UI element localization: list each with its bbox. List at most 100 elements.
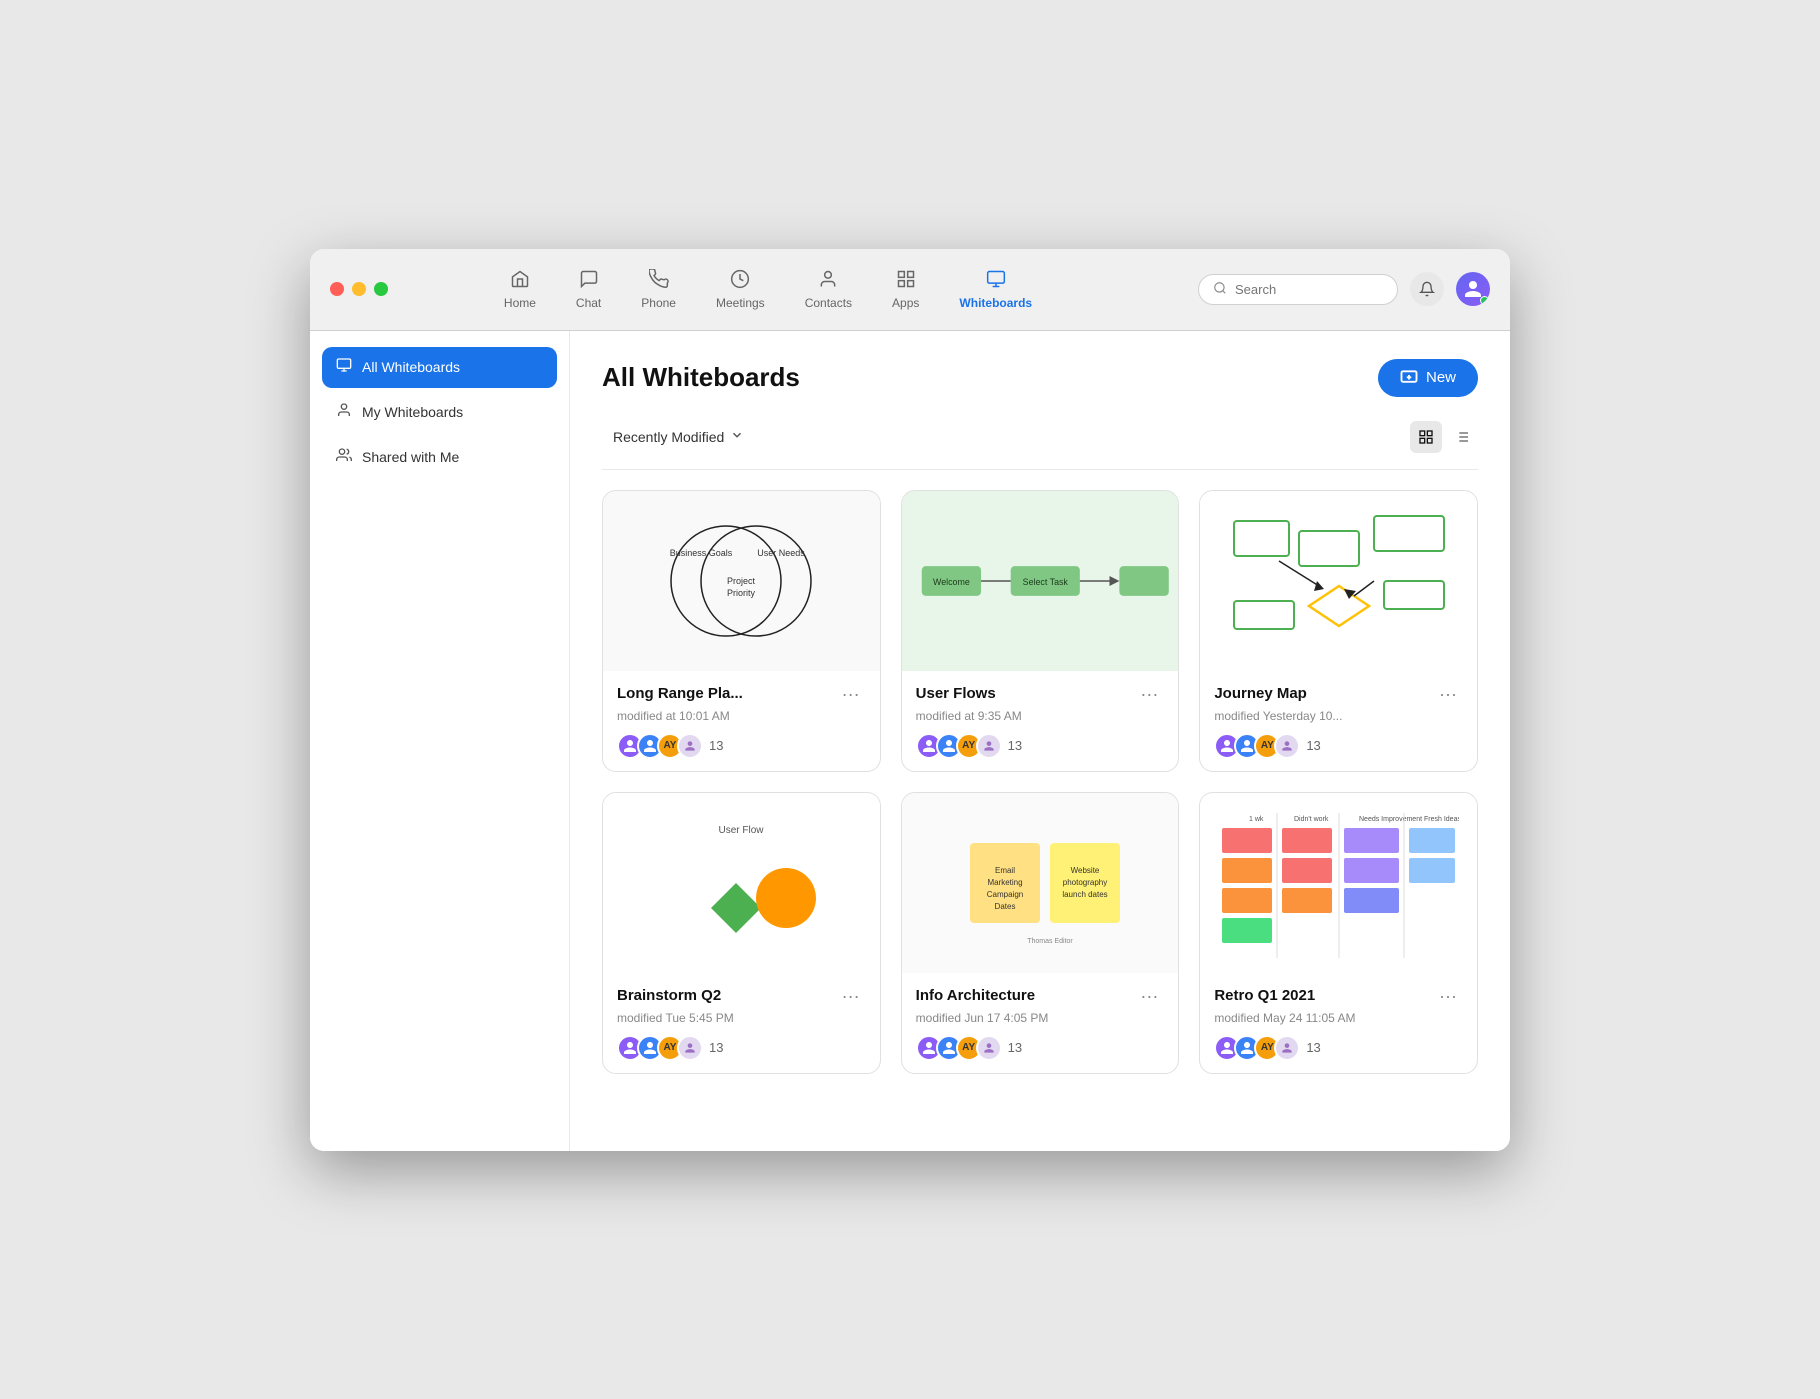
whiteboard-card-6[interactable]: 1 wk Didn't work Needs Improvement Fresh… bbox=[1199, 792, 1478, 1074]
sidebar-item-all-whiteboards[interactable]: All Whiteboards bbox=[322, 347, 557, 388]
svg-text:Thomas Editor: Thomas Editor bbox=[1027, 938, 1073, 945]
svg-text:Needs Improvement: Needs Improvement bbox=[1359, 816, 1422, 823]
sort-dropdown[interactable]: Recently Modified bbox=[602, 421, 755, 452]
card-preview-5: Email Marketing Campaign Dates Website p… bbox=[902, 793, 1179, 973]
card-avatars-4: AY 13 bbox=[617, 1035, 866, 1061]
svg-text:Dates: Dates bbox=[995, 902, 1016, 911]
card-date-4: modified Tue 5:45 PM bbox=[617, 1011, 866, 1025]
tab-contacts[interactable]: Contacts bbox=[787, 263, 870, 316]
avatar-3-4 bbox=[1274, 733, 1300, 759]
card-more-3[interactable]: ··· bbox=[1433, 683, 1463, 705]
card-title-4: Brainstorm Q2 bbox=[617, 987, 721, 1004]
tab-meetings[interactable]: Meetings bbox=[698, 263, 783, 316]
list-view-button[interactable] bbox=[1446, 421, 1478, 453]
avatar-1-4 bbox=[677, 733, 703, 759]
content-header: All Whiteboards New bbox=[602, 359, 1478, 397]
meetings-icon bbox=[730, 269, 750, 292]
avatar-5-4 bbox=[976, 1035, 1002, 1061]
card-more-6[interactable]: ··· bbox=[1433, 985, 1463, 1007]
content-area: All Whiteboards New Recently Modified bbox=[570, 331, 1510, 1151]
whiteboards-icon bbox=[986, 269, 1006, 292]
home-icon bbox=[510, 269, 530, 292]
view-toggles bbox=[1410, 421, 1478, 453]
tab-phone[interactable]: Phone bbox=[623, 263, 694, 316]
card-info-6: Retro Q1 2021 ··· modified May 24 11:05 … bbox=[1200, 973, 1477, 1073]
avatar-count-4: 13 bbox=[709, 1040, 723, 1055]
sidebar-item-all-label: All Whiteboards bbox=[362, 359, 460, 375]
card-date-6: modified May 24 11:05 AM bbox=[1214, 1011, 1463, 1025]
card-more-5[interactable]: ··· bbox=[1134, 985, 1164, 1007]
sidebar-item-my-whiteboards[interactable]: My Whiteboards bbox=[322, 392, 557, 433]
svg-text:User Flow: User Flow bbox=[719, 825, 765, 836]
new-button-label: New bbox=[1426, 369, 1456, 386]
search-bar[interactable] bbox=[1198, 274, 1398, 305]
whiteboard-card-3[interactable]: Journey Map ··· modified Yesterday 10... bbox=[1199, 490, 1478, 772]
search-input[interactable] bbox=[1235, 282, 1383, 297]
shared-icon bbox=[336, 447, 352, 468]
svg-text:Marketing: Marketing bbox=[987, 878, 1022, 887]
notification-button[interactable] bbox=[1410, 272, 1444, 306]
whiteboard-card-1[interactable]: Business Goals User Needs Project Priori… bbox=[602, 490, 881, 772]
svg-text:Campaign: Campaign bbox=[987, 890, 1023, 899]
toolbar: Recently Modified bbox=[602, 421, 1478, 470]
tab-apps[interactable]: Apps bbox=[874, 263, 937, 316]
card-title-6: Retro Q1 2021 bbox=[1214, 987, 1315, 1004]
card-info-3: Journey Map ··· modified Yesterday 10... bbox=[1200, 671, 1477, 771]
svg-text:photography: photography bbox=[1063, 878, 1107, 887]
apps-icon bbox=[896, 269, 916, 292]
tab-whiteboards[interactable]: Whiteboards bbox=[941, 263, 1050, 316]
card-date-2: modified at 9:35 AM bbox=[916, 709, 1165, 723]
svg-text:Business Goals: Business Goals bbox=[670, 548, 733, 558]
whiteboard-card-5[interactable]: Email Marketing Campaign Dates Website p… bbox=[901, 792, 1180, 1074]
card-title-3: Journey Map bbox=[1214, 685, 1307, 702]
sort-label: Recently Modified bbox=[613, 429, 724, 445]
svg-text:User Needs: User Needs bbox=[758, 548, 806, 558]
card-more-1[interactable]: ··· bbox=[836, 683, 866, 705]
avatar-count-2: 13 bbox=[1008, 738, 1022, 753]
whiteboard-card-4[interactable]: User Flow Brainstorm Q2 ··· modified Tu bbox=[602, 792, 881, 1074]
user-avatar[interactable] bbox=[1456, 272, 1490, 306]
card-title-1: Long Range Pla... bbox=[617, 685, 743, 702]
svg-text:Welcome: Welcome bbox=[933, 576, 970, 586]
whiteboard-card-2[interactable]: Welcome Select Task User Flows ··· modif… bbox=[901, 490, 1180, 772]
card-preview-4: User Flow bbox=[603, 793, 880, 973]
chat-icon bbox=[579, 269, 599, 292]
svg-text:1 wk: 1 wk bbox=[1249, 816, 1264, 823]
card-info-2: User Flows ··· modified at 9:35 AM AY bbox=[902, 671, 1179, 771]
tab-meetings-label: Meetings bbox=[716, 296, 765, 310]
tab-chat[interactable]: Chat bbox=[558, 263, 619, 316]
avatar-count-1: 13 bbox=[709, 738, 723, 753]
main-content: All Whiteboards My Whiteboards Shared wi… bbox=[310, 331, 1510, 1151]
card-title-2: User Flows bbox=[916, 685, 996, 702]
tab-home[interactable]: Home bbox=[486, 263, 554, 316]
sidebar-item-shared-label: Shared with Me bbox=[362, 449, 459, 465]
card-info-5: Info Architecture ··· modified Jun 17 4:… bbox=[902, 973, 1179, 1073]
svg-text:Website: Website bbox=[1071, 866, 1100, 875]
nav-tabs: Home Chat Phone Meetings bbox=[338, 263, 1198, 316]
card-preview-6: 1 wk Didn't work Needs Improvement Fresh… bbox=[1200, 793, 1477, 973]
card-more-2[interactable]: ··· bbox=[1134, 683, 1164, 705]
svg-text:Fresh Ideas: Fresh Ideas bbox=[1424, 816, 1459, 823]
new-button[interactable]: New bbox=[1378, 359, 1478, 397]
card-info-1: Long Range Pla... ··· modified at 10:01 … bbox=[603, 671, 880, 771]
avatar-4-4 bbox=[677, 1035, 703, 1061]
card-avatars-2: AY 13 bbox=[916, 733, 1165, 759]
svg-text:Project: Project bbox=[727, 576, 756, 586]
card-more-4[interactable]: ··· bbox=[836, 985, 866, 1007]
card-info-4: Brainstorm Q2 ··· modified Tue 5:45 PM A bbox=[603, 973, 880, 1073]
card-avatars-1: AY 13 bbox=[617, 733, 866, 759]
card-avatars-6: AY 13 bbox=[1214, 1035, 1463, 1061]
titlebar: Home Chat Phone Meetings bbox=[310, 249, 1510, 331]
card-date-3: modified Yesterday 10... bbox=[1214, 709, 1463, 723]
avatar-6-4 bbox=[1274, 1035, 1300, 1061]
svg-text:Email: Email bbox=[995, 866, 1015, 875]
app-window: Home Chat Phone Meetings bbox=[310, 249, 1510, 1151]
grid-view-button[interactable] bbox=[1410, 421, 1442, 453]
all-whiteboards-icon bbox=[336, 357, 352, 378]
card-preview-2: Welcome Select Task bbox=[902, 491, 1179, 671]
avatar-2-4 bbox=[976, 733, 1002, 759]
sidebar-item-shared-with-me[interactable]: Shared with Me bbox=[322, 437, 557, 478]
avatar-count-3: 13 bbox=[1306, 738, 1320, 753]
search-icon bbox=[1213, 281, 1227, 298]
sidebar: All Whiteboards My Whiteboards Shared wi… bbox=[310, 331, 570, 1151]
